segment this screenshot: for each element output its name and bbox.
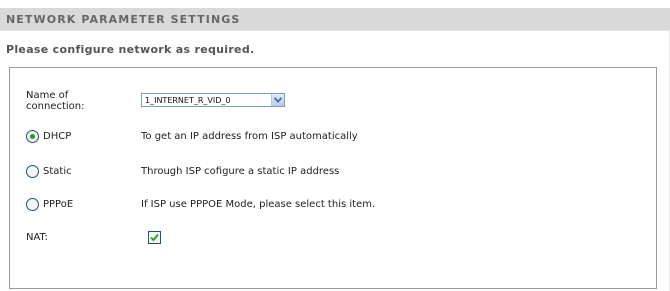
radio-selected-icon[interactable] (26, 130, 39, 143)
mode-option-description: Through ISP cofigure a static IP address (141, 166, 340, 177)
radio-dot (30, 134, 35, 139)
checkmark-icon (150, 233, 159, 242)
chevron-down-icon[interactable] (271, 94, 284, 106)
connection-select-value: 1_INTERNET_R_VID_0 (145, 96, 231, 105)
mode-option-label: DHCP (43, 131, 72, 142)
network-settings-page: NETWORK PARAMETER SETTINGS Please config… (0, 0, 670, 291)
radio-unselected-icon[interactable] (26, 165, 39, 178)
radio-unselected-icon[interactable] (26, 198, 39, 211)
nat-label: NAT: (26, 232, 48, 243)
page-subtitle: Please configure network as required. (6, 43, 255, 56)
mode-option-description: To get an IP address from ISP automatica… (141, 131, 358, 142)
section-title: NETWORK PARAMETER SETTINGS (6, 13, 241, 26)
section-header: NETWORK PARAMETER SETTINGS (0, 8, 670, 31)
mode-option-label: PPPoE (43, 199, 74, 210)
connection-select[interactable]: 1_INTERNET_R_VID_0 (141, 93, 285, 107)
mode-option-label: Static (43, 166, 72, 177)
settings-panel: Name of connection: 1_INTERNET_R_VID_0 D… (9, 67, 657, 289)
connection-name-label: Name of connection: (26, 90, 85, 112)
nat-checkbox[interactable] (148, 231, 161, 244)
mode-option-description: If ISP use PPPOE Mode, please select thi… (141, 199, 376, 210)
